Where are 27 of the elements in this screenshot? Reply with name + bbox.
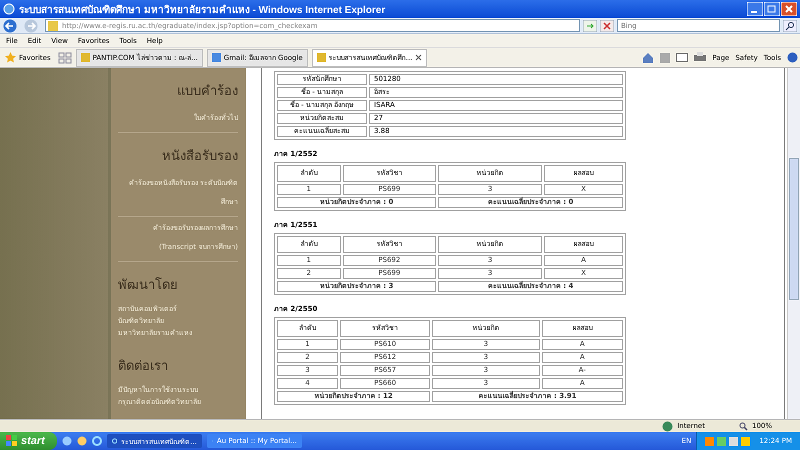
quick-launch-icon[interactable] [76, 436, 87, 446]
search-icon[interactable] [783, 20, 797, 32]
window-title: ระบบสารสนเทศบัณฑิตศึกษา มหาวิทยาลัยรามคำแหง - Windows Internet Explorer [19, 4, 386, 16]
close-icon[interactable] [415, 54, 422, 61]
tab-grid-icon[interactable] [58, 52, 72, 64]
stop-icon[interactable] [600, 20, 614, 32]
section-heading: แบบคำร้อง [176, 83, 238, 101]
section-heading: หนังสือรับรอง [161, 148, 238, 166]
scrollbar[interactable] [787, 68, 800, 419]
quick-launch-icon[interactable] [62, 436, 72, 446]
windows-flag-icon [6, 435, 18, 447]
page-icon [48, 20, 58, 30]
print-icon[interactable] [694, 52, 706, 63]
page-icon [316, 53, 326, 62]
section-heading: พัฒนาโดย [118, 276, 179, 295]
section-heading: ติดต่อเรา [118, 358, 169, 376]
restore-icon[interactable] [764, 2, 780, 16]
home-icon[interactable] [642, 52, 654, 63]
magnifier-icon[interactable] [738, 422, 748, 430]
mail-icon[interactable] [676, 53, 688, 62]
star-icon [5, 52, 16, 63]
minimize-icon[interactable] [747, 2, 763, 16]
scroll-thumb[interactable] [789, 158, 799, 300]
page-icon [212, 53, 221, 62]
refresh-icon[interactable] [583, 20, 597, 32]
page-icon [80, 53, 90, 62]
quick-launch-icon[interactable] [92, 436, 102, 446]
